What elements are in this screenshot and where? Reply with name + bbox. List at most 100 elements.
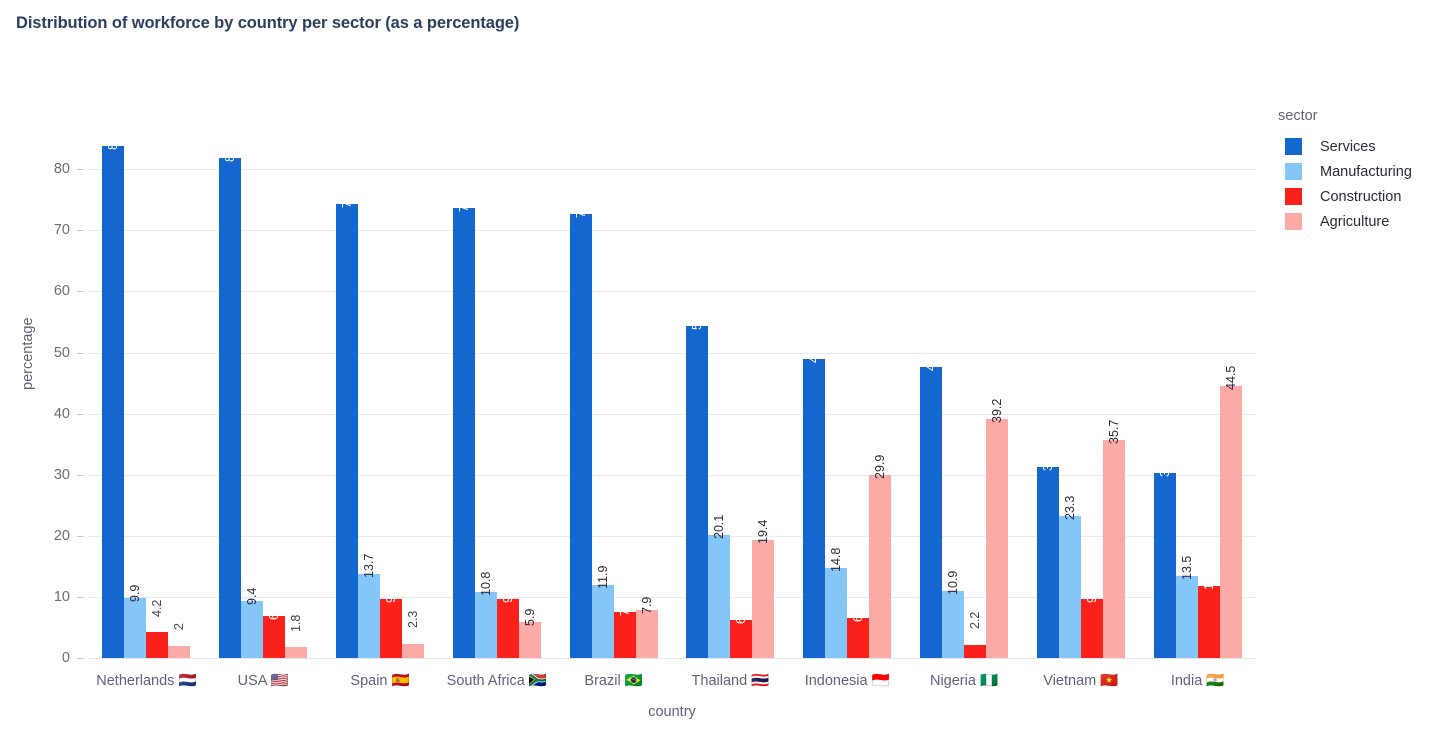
- bar-value-label: 9.4: [244, 587, 259, 605]
- bar[interactable]: 47.7: [919, 346, 942, 658]
- bar[interactable]: 29.9: [869, 455, 892, 658]
- x-axis-tick-label: Vietnam 🇻🇳: [1043, 673, 1119, 689]
- legend-item-label: Agriculture: [1320, 213, 1390, 230]
- bar[interactable]: 74.4: [335, 183, 358, 658]
- bar[interactable]: 5.9: [518, 609, 541, 658]
- bar-value-label: 39.2: [989, 398, 1004, 423]
- bar[interactable]: 23.3: [1058, 495, 1081, 658]
- bar[interactable]: 19.4: [752, 519, 775, 658]
- y-axis-tick-label: 80: [53, 161, 70, 178]
- y-axis-tick-label: 30: [53, 466, 70, 483]
- bar[interactable]: 72.7: [569, 194, 592, 658]
- bar-value-label: 9.6: [500, 585, 515, 604]
- bar-value-label: 23.3: [1062, 495, 1077, 520]
- bar-value-label: 10.9: [945, 571, 960, 596]
- y-axis-tick: [77, 352, 84, 354]
- bar[interactable]: 1.8: [285, 614, 308, 658]
- legend-item-agriculture[interactable]: Agriculture: [1278, 209, 1448, 234]
- bar[interactable]: 73.6: [452, 188, 475, 658]
- bar[interactable]: 9.6: [379, 586, 402, 658]
- y-axis-tick: [77, 291, 84, 293]
- bar[interactable]: 2.3: [401, 611, 424, 658]
- bar[interactable]: 9.4: [241, 587, 264, 658]
- y-axis-tick: [77, 169, 84, 171]
- bar-value-label: 19.4: [756, 519, 771, 544]
- bar-value-label: 31.3: [1040, 446, 1055, 471]
- bar-value-label: 13.5: [1179, 555, 1194, 580]
- bar-value-label: 35.7: [1106, 419, 1121, 444]
- legend-item-manufacturing[interactable]: Manufacturing: [1278, 159, 1448, 184]
- y-axis-tick-label: 20: [53, 527, 70, 544]
- bar-group: 47.7 10.9 2.2 39.2: [906, 118, 1023, 658]
- bar-group: 48.9 14.8 6.5 29.9: [789, 118, 906, 658]
- bar-value-label: 74.4: [339, 183, 354, 208]
- bar[interactable]: 2: [168, 623, 191, 658]
- bar-value-label: 4.2: [150, 599, 165, 617]
- bar-value-label: 72.7: [573, 193, 588, 218]
- x-axis-tick-label: Indonesia 🇮🇩: [804, 673, 890, 689]
- bar[interactable]: 35.7: [1102, 420, 1125, 658]
- legend-swatch-icon: [1285, 163, 1302, 180]
- y-axis-tick-label: 70: [53, 222, 70, 239]
- bar[interactable]: 11.9: [591, 566, 614, 658]
- bar[interactable]: 6.9: [263, 602, 286, 658]
- x-axis-tick-label: USA 🇺🇸: [237, 673, 289, 689]
- bar[interactable]: 83.9: [102, 125, 125, 658]
- bar[interactable]: 31.3: [1036, 446, 1059, 658]
- y-axis-tick: [77, 413, 84, 415]
- bar[interactable]: 10.8: [474, 572, 497, 658]
- bar-groups: 83.9 9.9 4.2 2 81.9 9.4 6.9 1.8 74.4 13.7 9.6 2.3 73…: [88, 118, 1256, 658]
- bar-value-label: 10.8: [478, 571, 493, 597]
- bar-group: 81.9 9.4 6.9 1.8: [205, 118, 322, 658]
- y-axis-tick: [77, 535, 84, 537]
- bar[interactable]: 20.1: [708, 515, 731, 658]
- bar-group: 83.9 9.9 4.2 2: [88, 118, 205, 658]
- bar[interactable]: 4.2: [146, 599, 169, 658]
- bar[interactable]: 7.9: [635, 596, 658, 658]
- bar[interactable]: 6.2: [730, 607, 753, 658]
- bar-value-label: 9.9: [128, 584, 143, 602]
- x-axis-tick-label: Thailand 🇹🇭: [691, 673, 770, 689]
- legend: sector Services Manufacturing Construction…: [1278, 108, 1448, 234]
- plot-area: 0 10 20 30 40 50 60 70 80 83.9 9.9 4.2 2 81.9 9.4 6.9 1…: [54, 118, 1256, 666]
- bar[interactable]: 9.6: [496, 586, 519, 658]
- bar-value-label: 11.9: [595, 565, 610, 590]
- bar-value-label: 2.2: [967, 611, 982, 630]
- legend-item-services[interactable]: Services: [1278, 134, 1448, 159]
- bar-value-label: 44.5: [1223, 365, 1238, 391]
- bar[interactable]: 44.5: [1219, 366, 1242, 658]
- y-axis-tick: [77, 658, 84, 659]
- bar[interactable]: 14.8: [825, 547, 848, 658]
- page-title: Distribution of workforce by country per…: [16, 14, 520, 32]
- bar[interactable]: 9.9: [124, 584, 147, 658]
- bar-value-label: 6.5: [850, 604, 865, 623]
- bar-group: 30.3 13.5 11.8 44.5: [1139, 118, 1256, 658]
- y-axis-tick-label: 10: [53, 588, 70, 605]
- bar[interactable]: 2.2: [963, 612, 986, 658]
- bar[interactable]: 81.9: [219, 137, 242, 658]
- bar[interactable]: 30.3: [1153, 453, 1176, 658]
- bar[interactable]: 13.5: [1175, 555, 1198, 658]
- bar[interactable]: 7.6: [613, 598, 636, 658]
- gridline: [88, 658, 1256, 659]
- y-axis-tick-label: 50: [53, 344, 70, 361]
- bar[interactable]: 13.7: [357, 554, 380, 658]
- bar[interactable]: 6.5: [847, 605, 870, 658]
- legend-item-label: Manufacturing: [1320, 163, 1412, 180]
- x-axis-tick-label: South Africa 🇿🇦: [446, 673, 547, 689]
- y-axis-tick: [77, 474, 84, 476]
- legend-swatch-icon: [1285, 188, 1302, 205]
- bar-value-label: 6.2: [734, 606, 749, 625]
- legend-item-construction[interactable]: Construction: [1278, 184, 1448, 209]
- x-axis-tick-label: Nigeria 🇳🇬: [929, 673, 999, 689]
- bar[interactable]: 54.4: [686, 305, 709, 658]
- bar[interactable]: 10.9: [941, 571, 964, 658]
- bar[interactable]: 9.7: [1080, 585, 1103, 658]
- legend-items: Services Manufacturing Construction Agricul…: [1278, 134, 1448, 234]
- bar[interactable]: 48.9: [803, 339, 826, 658]
- bar-value-label: 20.1: [712, 514, 727, 540]
- bar-value-label: 14.8: [828, 547, 843, 572]
- bar[interactable]: 39.2: [985, 398, 1008, 658]
- bar[interactable]: 11.8: [1197, 567, 1220, 658]
- bar-group: 74.4 13.7 9.6 2.3: [322, 118, 439, 658]
